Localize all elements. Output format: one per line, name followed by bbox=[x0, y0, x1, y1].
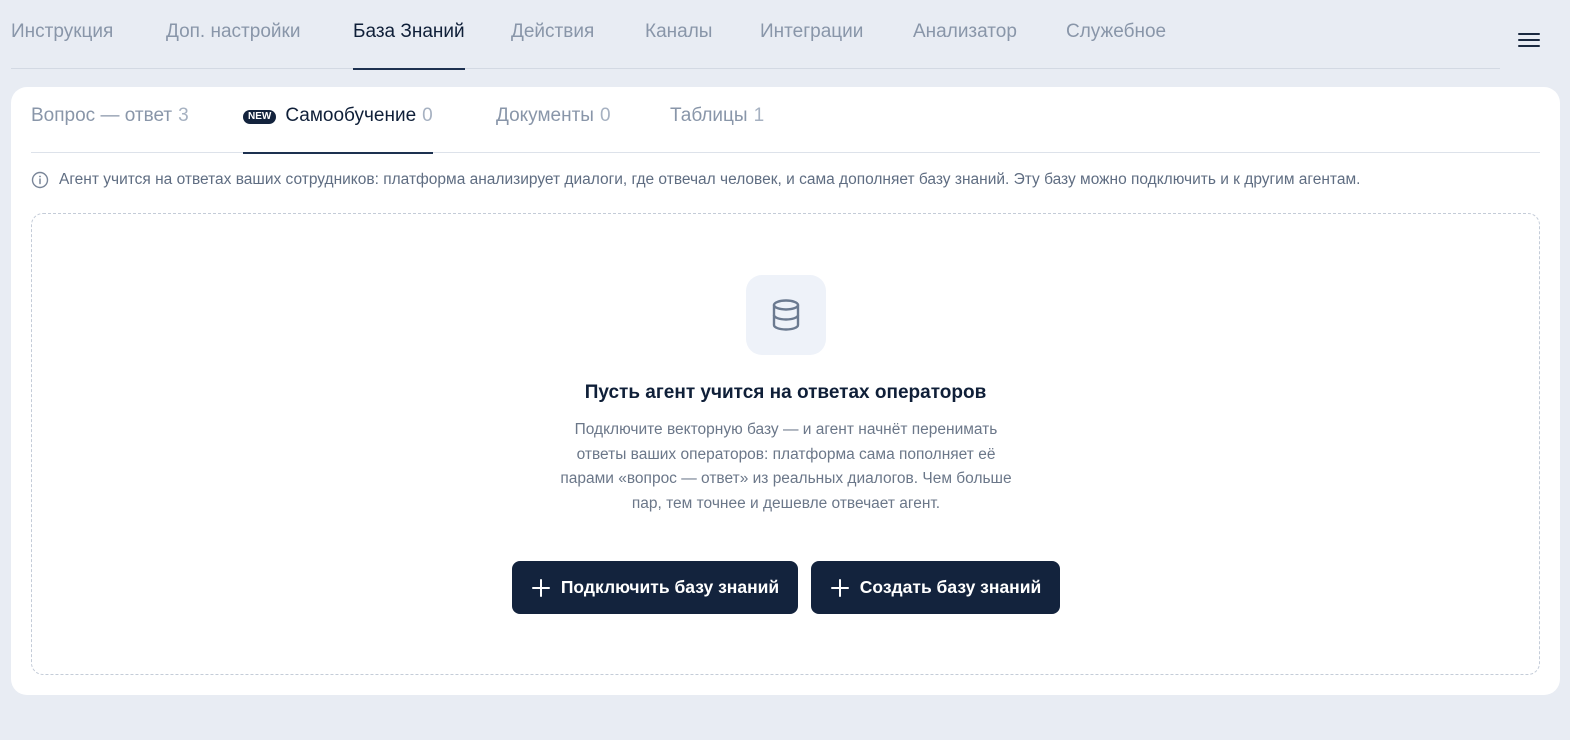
subtab-label: Самообучение bbox=[285, 105, 417, 126]
new-badge: NEW bbox=[243, 110, 277, 124]
info-icon bbox=[31, 171, 49, 189]
top-navigation: Инструкция Доп. настройки База Знаний Де… bbox=[11, 0, 1500, 70]
empty-state-description: Подключите векторную базу — и агент начн… bbox=[560, 421, 1012, 512]
subtab-count: 3 bbox=[178, 105, 189, 126]
tab-integrations[interactable]: Интеграции bbox=[760, 0, 863, 69]
subtab-count: 0 bbox=[599, 105, 611, 126]
subtabs: Вопрос — ответ 3 NEW Самообучение 0 Докумен… bbox=[31, 87, 1540, 154]
subtab-documents[interactable]: Документы 0 bbox=[496, 87, 611, 153]
create-knowledge-base-button[interactable]: Создать базу знаний bbox=[811, 561, 1060, 614]
subtab-qa[interactable]: Вопрос — ответ 3 bbox=[31, 87, 189, 153]
subtab-count: 0 bbox=[422, 105, 433, 126]
create-button-label: Создать базу знаний bbox=[859, 577, 1042, 597]
tab-service[interactable]: Служебное bbox=[1066, 0, 1166, 69]
hamburger-icon[interactable] bbox=[1517, 30, 1541, 50]
database-icon bbox=[746, 275, 826, 355]
tab-instruction[interactable]: Инструкция bbox=[11, 0, 113, 69]
info-text: Агент учится на ответах ваших сотруднико… bbox=[59, 171, 1361, 188]
subtab-self-learning[interactable]: NEW Самообучение 0 bbox=[243, 87, 433, 154]
connect-button-label: Подключить базу знаний bbox=[560, 577, 780, 597]
subtab-label: Таблицы bbox=[670, 105, 748, 126]
plus-icon bbox=[531, 578, 550, 597]
plus-icon bbox=[830, 578, 849, 597]
knowledge-base-card: Вопрос — ответ 3 NEW Самообучение 0 Докумен… bbox=[11, 87, 1560, 695]
empty-state: Пусть агент учится на ответах операторов… bbox=[31, 213, 1540, 675]
empty-state-title: Пусть агент учится на ответах операторов bbox=[584, 382, 987, 403]
subtab-label: Документы bbox=[496, 105, 594, 126]
tab-actions[interactable]: Действия bbox=[511, 0, 594, 69]
tab-knowledge-base[interactable]: База Знаний bbox=[353, 0, 465, 70]
subtab-tables[interactable]: Таблицы 1 bbox=[670, 87, 764, 153]
connect-knowledge-base-button[interactable]: Подключить базу знаний bbox=[512, 561, 798, 614]
tab-extra-settings[interactable]: Доп. настройки bbox=[166, 0, 300, 69]
info-notice: Агент учится на ответах ваших сотруднико… bbox=[31, 170, 1360, 190]
tab-analyzer[interactable]: Анализатор bbox=[913, 0, 1017, 69]
subtab-count: 1 bbox=[753, 105, 765, 126]
subtab-label: Вопрос — ответ bbox=[31, 105, 173, 126]
tab-channels[interactable]: Каналы bbox=[645, 0, 712, 69]
